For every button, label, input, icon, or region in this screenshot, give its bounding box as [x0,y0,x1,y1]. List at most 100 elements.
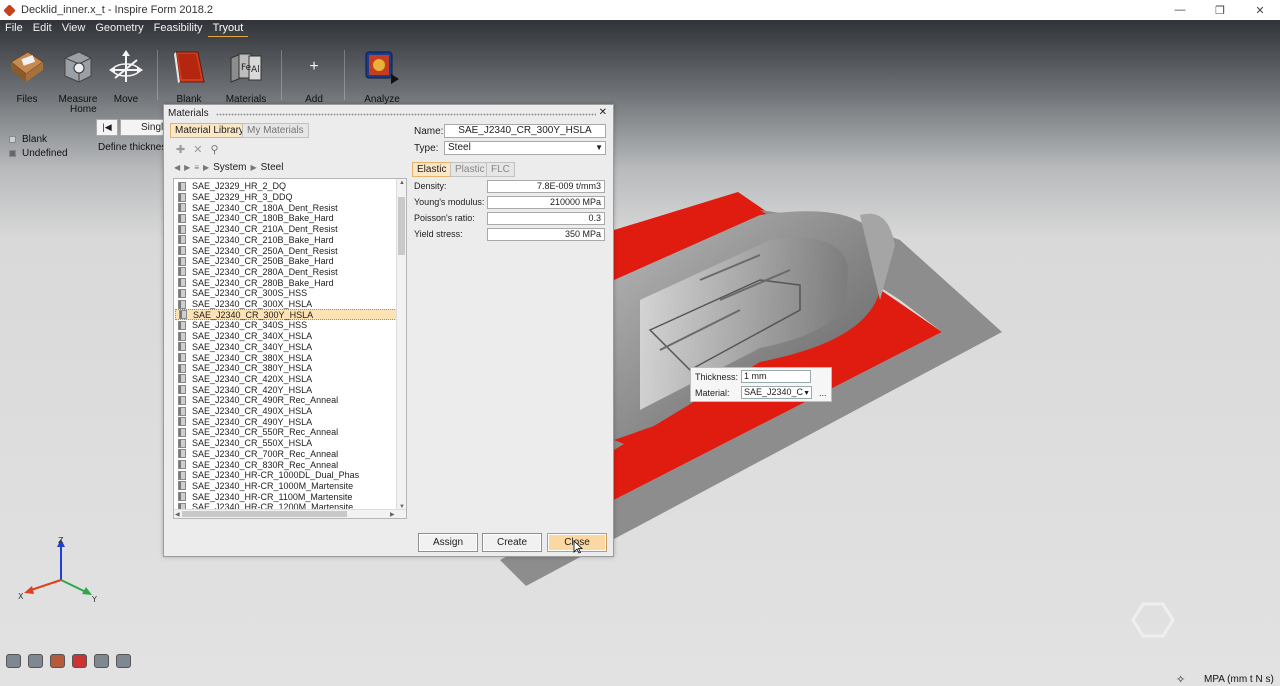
breadcrumb: ◀ ▶ ≡ ▶ System ▶ Steel [174,162,283,173]
list-item[interactable]: SAE_J2340_HR-CR_1100M_Martensite [175,491,397,502]
tab-flc[interactable]: FLC [486,162,515,177]
list-item[interactable]: SAE_J2340_CR_210B_Bake_Hard [175,235,397,246]
breadcrumb-system[interactable]: System [213,162,246,173]
create-button[interactable]: Create [482,533,542,552]
back-arrow-icon[interactable]: ◀ [174,163,180,172]
list-item[interactable]: SAE_J2340_CR_380Y_HSLA [175,363,397,374]
list-item[interactable]: SAE_J2340_CR_380X_HSLA [175,352,397,363]
list-item[interactable]: SAE_J2340_CR_830R_Rec_Anneal [175,459,397,470]
list-item[interactable]: SAE_J2340_CR_340X_HSLA [175,331,397,342]
list-item[interactable]: SAE_J2340_CR_490Y_HSLA [175,416,397,427]
list-icon[interactable]: ≡ [194,163,199,172]
list-item[interactable]: SAE_J2329_HR_3_DDQ [175,192,397,203]
dialog-drag-handle[interactable] [216,113,596,116]
forward-arrow-icon[interactable]: ▶ [184,163,190,172]
list-item[interactable]: SAE_J2340_CR_180B_Bake_Hard [175,213,397,224]
list-item[interactable]: SAE_J2340_CR_550X_HSLA [175,438,397,449]
menu-bar: File Edit View Geometry Feasibility Tryo… [0,20,360,37]
list-item[interactable]: SAE_J2340_HR-CR_1000DL_Dual_Phas [175,470,397,481]
view-cube-icon[interactable] [6,654,21,668]
move-tool[interactable]: Move [105,48,147,105]
list-item[interactable]: SAE_J2340_CR_420Y_HSLA [175,384,397,395]
scroll-left-icon[interactable]: ◀ [175,511,180,518]
list-item[interactable]: SAE_J2340_HR-CR_1000M_Martensite [175,481,397,492]
scroll-up-icon[interactable]: ▲ [399,180,405,186]
list-item-label: SAE_J2340_CR_250A_Dent_Resist [192,245,338,256]
list-item[interactable]: SAE_J2340_CR_250A_Dent_Resist [175,245,397,256]
list-item[interactable]: SAE_J2340_CR_280B_Bake_Hard [175,277,397,288]
menu-tryout[interactable]: Tryout [207,20,249,37]
display-red-icon[interactable] [72,654,87,668]
delete-material-icon[interactable]: ✕ [193,143,202,156]
type-select[interactable]: Steel ▼ [444,141,606,155]
files-tool[interactable]: Files [6,48,48,105]
tab-my-materials[interactable]: My Materials [242,123,309,138]
camera-icon[interactable] [116,654,131,668]
thickness-input[interactable]: 1 mm [741,370,811,383]
x-axis [27,579,62,592]
measure-tool[interactable]: Measure [57,48,99,105]
zoom-icon[interactable] [94,654,109,668]
list-item[interactable]: SAE_J2340_CR_300X_HSLA [175,299,397,310]
list-item[interactable]: SAE_J2340_CR_180A_Dent_Resist [175,202,397,213]
poissons-ratio-field[interactable]: 0.3 [487,212,605,225]
close-icon[interactable]: ✕ [599,107,607,118]
add-tool[interactable]: + Add [294,48,334,105]
material-book-icon [178,235,186,245]
list-item[interactable]: SAE_J2340_CR_300S_HSS [175,288,397,299]
ribbon-separator [157,50,158,100]
menu-file[interactable]: File [0,20,28,36]
view-box-icon[interactable] [28,654,43,668]
menu-feasibility[interactable]: Feasibility [149,20,208,36]
menu-edit[interactable]: Edit [28,20,57,36]
breadcrumb-steel[interactable]: Steel [261,162,284,173]
density-field[interactable]: 7.8E-009 t/mm3 [487,180,605,193]
single-tab[interactable]: Single [120,119,166,136]
units-status[interactable]: MPA (mm t N s) [1204,674,1274,685]
vertical-scrollbar[interactable]: ▲ ▼ [396,179,406,511]
list-item[interactable]: SAE_J2340_CR_340Y_HSLA [175,342,397,353]
list-item[interactable]: SAE_J2340_CR_300Y_HSLA [175,309,397,321]
tab-elastic[interactable]: Elastic [412,162,452,177]
home-label[interactable]: Home [70,104,97,115]
scrollbar-thumb[interactable] [182,511,347,517]
units-gear-icon[interactable]: ✧ [1176,673,1185,686]
maximize-button[interactable]: ❐ [1200,0,1240,20]
close-window-button[interactable]: ✕ [1240,0,1280,20]
blank-tool[interactable]: Blank [168,48,210,105]
minimize-button[interactable]: — [1160,0,1200,20]
list-item[interactable]: SAE_J2340_CR_280A_Dent_Resist [175,267,397,278]
analyze-tool[interactable]: Analyze [360,48,404,105]
material-browse-button[interactable]: ... [819,388,827,398]
first-step-button[interactable]: |◀ [96,119,118,136]
add-material-icon[interactable]: ✚ [176,143,185,156]
assign-button[interactable]: Assign [418,533,478,552]
menu-view[interactable]: View [57,20,91,36]
section-icon[interactable] [50,654,65,668]
youngs-modulus-field[interactable]: 210000 MPa [487,196,605,209]
tree-item-blank[interactable]: Blank [9,134,47,145]
name-input[interactable]: SAE_J2340_CR_300Y_HSLA [444,124,606,138]
tree-item-undefined[interactable]: Undefined [9,148,68,159]
list-item[interactable]: SAE_J2340_CR_700R_Rec_Anneal [175,449,397,460]
materials-tool[interactable]: Fe Al Materials [222,48,270,105]
menu-geometry[interactable]: Geometry [90,20,148,36]
scroll-right-icon[interactable]: ▶ [390,511,395,518]
horizontal-scrollbar[interactable]: ◀ ▶ [174,509,406,518]
list-item[interactable]: SAE_J2340_CR_550R_Rec_Anneal [175,427,397,438]
yield-stress-field[interactable]: 350 MPa [487,228,605,241]
scrollbar-thumb[interactable] [398,197,405,255]
search-icon[interactable]: ⚲ [210,143,218,156]
list-item[interactable]: SAE_J2340_CR_490R_Rec_Anneal [175,395,397,406]
type-label: Type: [414,143,439,154]
material-select[interactable]: SAE_J2340_C ▼ [741,386,812,399]
list-item[interactable]: SAE_J2340_CR_210A_Dent_Resist [175,224,397,235]
tab-plastic[interactable]: Plastic [450,162,490,177]
list-item[interactable]: SAE_J2340_CR_340S_HSS [175,320,397,331]
list-item[interactable]: SAE_J2340_CR_420X_HSLA [175,374,397,385]
move-icon [107,48,145,86]
list-item[interactable]: SAE_J2340_CR_490X_HSLA [175,406,397,417]
list-item[interactable]: SAE_J2340_CR_250B_Bake_Hard [175,256,397,267]
list-item[interactable]: SAE_J2329_HR_2_DQ [175,181,397,192]
tab-material-library[interactable]: Material Library [170,123,249,138]
